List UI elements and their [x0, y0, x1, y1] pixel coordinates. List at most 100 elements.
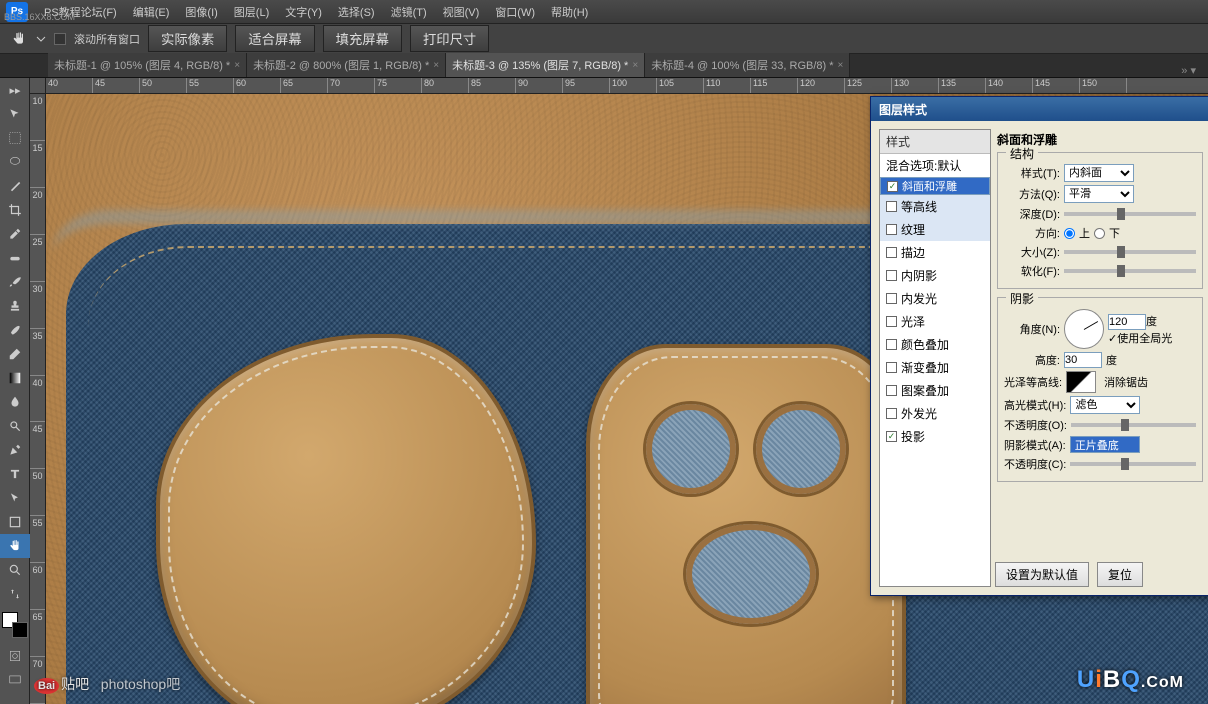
row-contour[interactable]: 等高线	[880, 195, 990, 218]
close-icon[interactable]: ×	[433, 60, 439, 71]
style-select[interactable]: 内斜面	[1064, 164, 1134, 182]
actual-pixels-button[interactable]: 实际像素	[148, 25, 227, 52]
shadow-opacity-slider[interactable]	[1070, 462, 1196, 466]
shadow-mode-select[interactable]: 正片叠底	[1070, 436, 1140, 453]
row-inner-shadow[interactable]: 内阴影	[880, 264, 990, 287]
menu-bar: Ps PS教程论坛(F) 编辑(E) 图像(I) 图层(L) 文字(Y) 选择(…	[0, 0, 1208, 24]
tool-preset-dropdown-icon[interactable]	[36, 34, 46, 44]
lasso-tool-icon[interactable]	[0, 150, 30, 174]
screenmode-icon[interactable]	[0, 668, 30, 692]
move-tool-icon[interactable]	[0, 102, 30, 126]
tab-doc4[interactable]: 未标题-4 @ 100% (图层 33, RGB/8) * ×	[645, 53, 850, 77]
history-brush-icon[interactable]	[0, 318, 30, 342]
wand-tool-icon[interactable]	[0, 174, 30, 198]
color-swatches[interactable]	[2, 612, 28, 638]
direction-down-radio[interactable]	[1094, 228, 1105, 239]
swap-colors-icon[interactable]	[0, 582, 30, 606]
dodge-tool-icon[interactable]	[0, 414, 30, 438]
gloss-contour-picker[interactable]	[1066, 371, 1096, 393]
tab-doc2[interactable]: 未标题-2 @ 800% (图层 1, RGB/8) *×	[247, 53, 446, 77]
altitude-input[interactable]	[1064, 352, 1102, 368]
set-default-button[interactable]: 设置为默认值	[995, 562, 1089, 587]
menu-view[interactable]: 视图(V)	[435, 0, 488, 24]
row-texture[interactable]: 纹理	[880, 218, 990, 241]
row-gradient-overlay[interactable]: 渐变叠加	[880, 356, 990, 379]
depth-slider[interactable]	[1064, 212, 1196, 216]
close-icon[interactable]: ×	[632, 60, 638, 71]
close-icon[interactable]: ×	[234, 60, 240, 71]
menu-filter[interactable]: 滤镜(T)	[383, 0, 435, 24]
menu-window[interactable]: 窗口(W)	[487, 0, 543, 24]
checkbox-icon[interactable]	[886, 408, 897, 419]
row-blend-default[interactable]: 混合选项:默认	[880, 154, 990, 177]
styles-header: 样式	[880, 130, 990, 154]
hand-tool-icon[interactable]	[0, 534, 30, 558]
checkbox-icon[interactable]: ✓	[886, 431, 897, 442]
checkbox-icon[interactable]	[886, 293, 897, 304]
row-drop-shadow[interactable]: ✓投影	[880, 425, 990, 448]
brush-tool-icon[interactable]	[0, 270, 30, 294]
healing-tool-icon[interactable]	[0, 246, 30, 270]
checkbox-icon[interactable]	[886, 224, 897, 235]
checkbox-icon[interactable]	[886, 362, 897, 373]
background-swatch[interactable]	[12, 622, 28, 638]
checkbox-icon[interactable]: ✓	[887, 181, 898, 192]
highlight-mode-select[interactable]: 滤色	[1070, 396, 1140, 414]
tab-toggle-icon[interactable]: ▸▸	[0, 78, 30, 102]
direction-up-radio[interactable]	[1064, 228, 1075, 239]
angle-input[interactable]	[1108, 314, 1146, 330]
zoom-tool-icon[interactable]	[0, 558, 30, 582]
eyedropper-tool-icon[interactable]	[0, 222, 30, 246]
checkbox-icon[interactable]	[886, 316, 897, 327]
technique-select[interactable]: 平滑	[1064, 185, 1134, 203]
row-color-overlay[interactable]: 颜色叠加	[880, 333, 990, 356]
fit-screen-button[interactable]: 适合屏幕	[235, 25, 314, 52]
menu-image[interactable]: 图像(I)	[177, 0, 225, 24]
checkbox-icon[interactable]	[886, 385, 897, 396]
tab-label: 未标题-4 @ 100% (图层 33, RGB/8) *	[651, 57, 833, 73]
checkbox-icon[interactable]	[886, 270, 897, 281]
eraser-tool-icon[interactable]	[0, 342, 30, 366]
options-bar: 滚动所有窗口 实际像素 适合屏幕 填充屏幕 打印尺寸	[0, 24, 1208, 54]
shape-tool-icon[interactable]	[0, 510, 30, 534]
size-slider[interactable]	[1064, 250, 1196, 254]
quickmask-icon[interactable]	[0, 644, 30, 668]
checkbox-icon[interactable]	[886, 201, 897, 212]
marquee-tool-icon[interactable]	[0, 126, 30, 150]
angle-control[interactable]	[1064, 309, 1104, 349]
layer-style-dialog[interactable]: 图层样式 样式 混合选项:默认 ✓斜面和浮雕 等高线 纹理 描边 内阴影 内发光…	[870, 96, 1208, 596]
menu-layer[interactable]: 图层(L)	[226, 0, 277, 24]
soften-slider[interactable]	[1064, 269, 1196, 273]
type-tool-icon[interactable]	[0, 462, 30, 486]
scroll-all-checkbox[interactable]	[54, 33, 66, 45]
row-inner-glow[interactable]: 内发光	[880, 287, 990, 310]
reset-default-button[interactable]: 复位	[1097, 562, 1143, 587]
pen-tool-icon[interactable]	[0, 438, 30, 462]
highlight-opacity-slider[interactable]	[1071, 423, 1196, 427]
crop-tool-icon[interactable]	[0, 198, 30, 222]
row-stroke[interactable]: 描边	[880, 241, 990, 264]
path-select-icon[interactable]	[0, 486, 30, 510]
close-icon[interactable]: ×	[838, 60, 844, 71]
gradient-tool-icon[interactable]	[0, 366, 30, 390]
blur-tool-icon[interactable]	[0, 390, 30, 414]
menu-edit[interactable]: 编辑(E)	[125, 0, 178, 24]
print-size-button[interactable]: 打印尺寸	[410, 25, 489, 52]
fill-screen-button[interactable]: 填充屏幕	[323, 25, 402, 52]
shading-group: 阴影 角度(N): 度 ✓使用全局光 高度:度 光泽等高线: 消除锯齿 高光模式…	[997, 297, 1203, 482]
row-bevel[interactable]: ✓斜面和浮雕	[880, 177, 990, 195]
menu-type[interactable]: 文字(Y)	[277, 0, 330, 24]
checkbox-icon[interactable]	[886, 247, 897, 258]
tab-overflow[interactable]: » ▾	[1181, 64, 1196, 77]
menu-select[interactable]: 选择(S)	[330, 0, 383, 24]
tab-doc3[interactable]: 未标题-3 @ 135% (图层 7, RGB/8) *×	[446, 53, 645, 77]
tab-doc1[interactable]: 未标题-1 @ 105% (图层 4, RGB/8) *×	[48, 53, 247, 77]
stamp-tool-icon[interactable]	[0, 294, 30, 318]
row-outer-glow[interactable]: 外发光	[880, 402, 990, 425]
row-pattern-overlay[interactable]: 图案叠加	[880, 379, 990, 402]
global-light-checkbox[interactable]: ✓	[1108, 332, 1117, 345]
checkbox-icon[interactable]	[886, 339, 897, 350]
menu-help[interactable]: 帮助(H)	[543, 0, 596, 24]
dialog-title[interactable]: 图层样式	[871, 97, 1208, 121]
row-satin[interactable]: 光泽	[880, 310, 990, 333]
